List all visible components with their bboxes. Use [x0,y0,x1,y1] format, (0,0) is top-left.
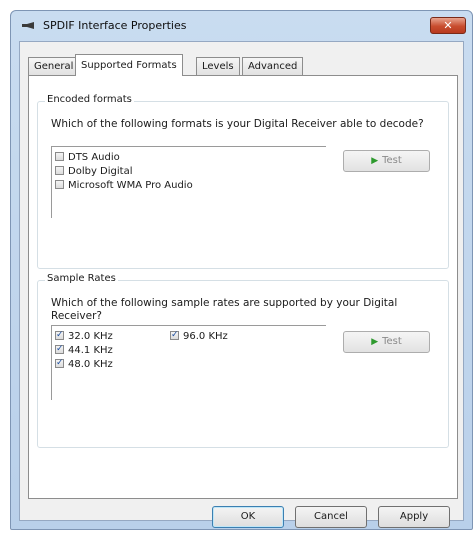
rate-item-32khz[interactable]: 32.0 KHz [55,329,113,343]
play-icon: ▶ [371,156,379,166]
tab-panel-supported-formats: Encoded formats Which of the following f… [28,75,458,499]
rate-item-96khz[interactable]: 96.0 KHz [170,329,228,343]
encoded-test-button[interactable]: ▶ Test [343,150,430,172]
rate-item-48khz[interactable]: 48.0 KHz [55,357,113,371]
dts-audio-checkbox[interactable] [55,152,64,161]
tab-levels[interactable]: Levels [196,57,240,75]
apply-button[interactable]: Apply [378,506,450,528]
rate-item-label: 48.0 KHz [68,359,113,370]
format-item-label: Microsoft WMA Pro Audio [68,180,193,191]
rate-item-44khz[interactable]: 44.1 KHz [55,343,113,357]
encoded-formats-group: Encoded formats Which of the following f… [37,94,449,269]
rate-96khz-checkbox[interactable] [170,329,179,342]
play-icon: ▶ [371,337,379,347]
rate-item-label: 44.1 KHz [68,345,113,356]
tab-advanced[interactable]: Advanced [242,57,304,75]
test-button-label: Test [382,155,402,166]
rate-48khz-checkbox[interactable] [55,357,64,370]
dolby-digital-checkbox[interactable] [55,166,64,175]
ok-button[interactable]: OK [212,506,284,528]
tab-strip: General Supported Formats Levels Advance… [28,54,458,76]
dialog-window: SPDIF Interface Properties ✕ General Sup… [10,10,473,530]
encoded-formats-label: Encoded formats [45,94,134,105]
wma-pro-checkbox[interactable] [55,180,64,189]
sample-rates-list[interactable]: 32.0 KHz 44.1 KHz 48.0 KHz 96.0 KHz [51,325,326,400]
format-item-label: DTS Audio [68,152,120,163]
close-button[interactable]: ✕ [430,17,466,34]
close-icon: ✕ [443,19,453,32]
format-item-wma-pro[interactable]: Microsoft WMA Pro Audio [55,179,193,192]
cancel-button[interactable]: Cancel [295,506,367,528]
dialog-client-area: General Supported Formats Levels Advance… [19,41,464,528]
rate-32khz-checkbox[interactable] [55,329,64,342]
rates-test-button[interactable]: ▶ Test [343,331,430,353]
encoded-formats-question: Which of the following formats is your D… [51,118,424,130]
encoded-formats-list[interactable]: DTS Audio Dolby Digital Microsoft WMA Pr… [51,146,326,218]
rate-item-label: 32.0 KHz [68,331,113,342]
sample-rates-question: Which of the following sample rates are … [51,297,398,322]
speaker-icon [22,22,34,29]
tab-supported-formats[interactable]: Supported Formats [75,54,183,76]
test-button-label: Test [382,336,402,347]
format-item-dts-audio[interactable]: DTS Audio [55,151,120,164]
format-item-label: Dolby Digital [68,166,133,177]
sample-rates-group: Sample Rates Which of the following samp… [37,273,449,448]
format-item-dolby-digital[interactable]: Dolby Digital [55,165,132,178]
rate-item-label: 96.0 KHz [183,331,228,342]
title-bar[interactable]: SPDIF Interface Properties ✕ [11,11,472,41]
tab-general[interactable]: General [28,57,80,75]
rate-44khz-checkbox[interactable] [55,343,64,356]
sample-rates-label: Sample Rates [45,273,118,284]
window-title: SPDIF Interface Properties [43,19,187,32]
